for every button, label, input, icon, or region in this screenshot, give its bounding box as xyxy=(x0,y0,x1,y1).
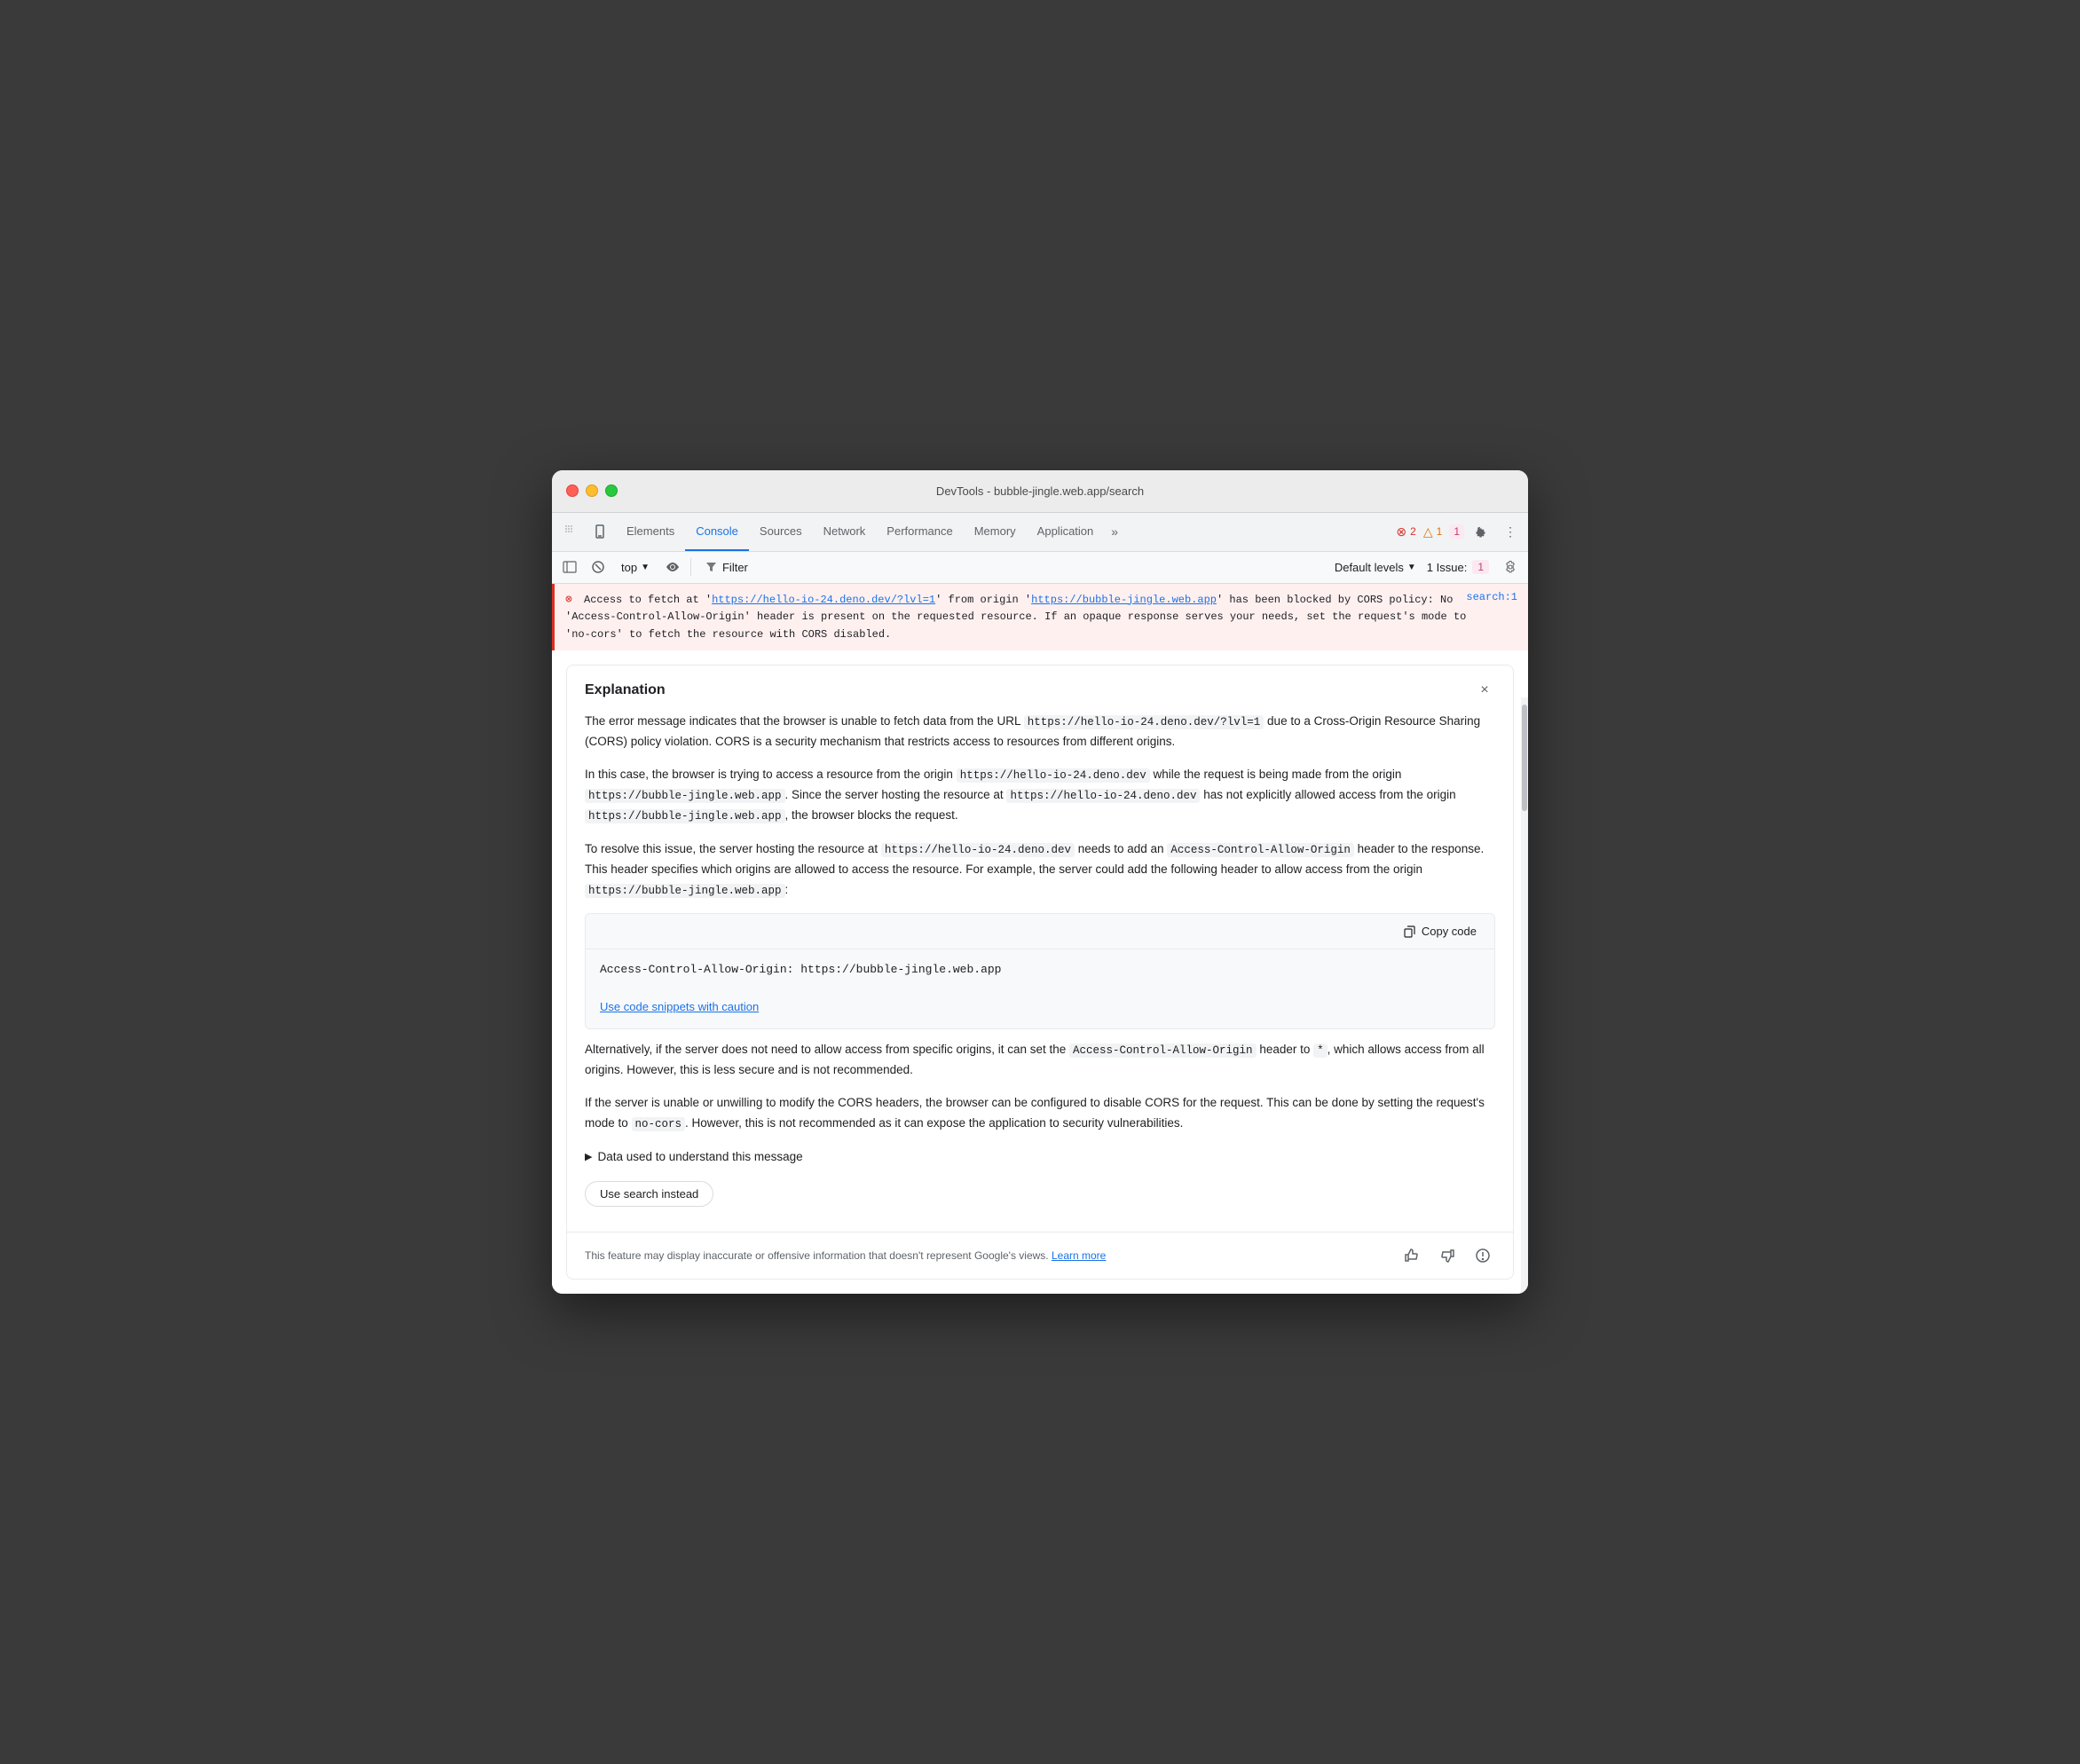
origin3-inline: https://hello-io-24.deno.dev xyxy=(1006,789,1200,803)
issues-counter[interactable]: 1 Issue: 1 xyxy=(1427,560,1489,574)
error-count: 2 xyxy=(1410,525,1416,538)
scrollbar-thumb[interactable] xyxy=(1522,705,1527,811)
traffic-lights xyxy=(566,484,618,497)
report-button[interactable] xyxy=(1470,1243,1495,1268)
issues-count-badge: 1 xyxy=(1449,524,1464,539)
tab-elements[interactable]: Elements xyxy=(616,512,685,551)
error-badge: ⊗ 2 △ 1 1 xyxy=(1396,524,1464,539)
separator xyxy=(690,558,691,576)
pointer-icon[interactable] xyxy=(559,519,584,544)
settings-icon[interactable] xyxy=(1471,521,1493,542)
error-icon: ⊗ xyxy=(1396,524,1406,539)
error-url2[interactable]: https://bubble-jingle.web.app xyxy=(1031,594,1217,606)
tab-actions: ⊗ 2 △ 1 1 ⋮ xyxy=(1396,521,1521,542)
header-name-inline: Access-Control-Allow-Origin xyxy=(1167,843,1354,857)
data-used-toggle[interactable]: ▶ Data used to understand this message xyxy=(585,1147,1495,1168)
eye-icon[interactable] xyxy=(662,556,683,578)
sidebar-toggle-icon[interactable] xyxy=(559,556,580,578)
disclaimer-bar: This feature may display inaccurate or o… xyxy=(567,1232,1513,1279)
clear-console-icon[interactable] xyxy=(587,556,609,578)
thumbs-down-button[interactable] xyxy=(1435,1243,1460,1268)
more-tabs-button[interactable]: » xyxy=(1104,524,1125,539)
close-explanation-button[interactable]: × xyxy=(1474,680,1495,701)
maximize-button[interactable] xyxy=(605,484,618,497)
context-selector[interactable]: top ▼ xyxy=(616,559,655,576)
console-settings-icon[interactable] xyxy=(1500,556,1521,578)
copy-code-button[interactable]: Copy code xyxy=(1397,921,1484,941)
code-block-header: Copy code xyxy=(586,914,1494,949)
allow-origin-inline: https://bubble-jingle.web.app xyxy=(585,884,785,898)
url-inline: https://hello-io-24.deno.dev/?lvl=1 xyxy=(1024,715,1265,729)
explanation-p2: In this case, the browser is trying to a… xyxy=(585,765,1495,827)
explanation-p4: Alternatively, if the server does not ne… xyxy=(585,1040,1495,1081)
tab-network[interactable]: Network xyxy=(813,512,877,551)
explanation-p3: To resolve this issue, the server hostin… xyxy=(585,839,1495,901)
tab-performance[interactable]: Performance xyxy=(876,512,963,551)
code-content: Access-Control-Allow-Origin: https://bub… xyxy=(586,949,1494,990)
tab-memory[interactable]: Memory xyxy=(964,512,1027,551)
window-title: DevTools - bubble-jingle.web.app/search xyxy=(936,484,1144,498)
wildcard-inline: * xyxy=(1313,1043,1328,1058)
mobile-icon[interactable] xyxy=(587,519,612,544)
origin4-inline: https://bubble-jingle.web.app xyxy=(585,809,785,823)
explanation-title: Explanation xyxy=(585,682,666,698)
error-message: ⊗ Access to fetch at 'https://hello-io-2… xyxy=(552,584,1528,650)
tab-application[interactable]: Application xyxy=(1027,512,1105,551)
tab-console[interactable]: Console xyxy=(685,512,749,551)
thumbs-down-icon xyxy=(1439,1248,1455,1264)
origin1-inline: https://hello-io-24.deno.dev xyxy=(957,768,1150,783)
explanation-p1: The error message indicates that the bro… xyxy=(585,712,1495,752)
thumbs-up-icon xyxy=(1404,1248,1420,1264)
origin2-inline: https://bubble-jingle.web.app xyxy=(585,789,785,803)
caution-link[interactable]: Use code snippets with caution xyxy=(600,997,759,1017)
tab-sources[interactable]: Sources xyxy=(749,512,813,551)
error-source[interactable]: search:1 xyxy=(1466,591,1517,603)
chevron-down-icon: ▼ xyxy=(641,563,650,572)
devtools-tab-bar: Elements Console Sources Network Perform… xyxy=(552,513,1528,552)
no-cors-inline: no-cors xyxy=(632,1117,686,1131)
explanation-body: The error message indicates that the bro… xyxy=(567,712,1513,1232)
report-icon xyxy=(1475,1248,1491,1264)
use-search-button[interactable]: Use search instead xyxy=(585,1181,713,1207)
issues-count: 1 xyxy=(1472,560,1489,574)
toolbar-right: Default levels ▼ 1 Issue: 1 xyxy=(1335,556,1521,578)
close-button[interactable] xyxy=(566,484,579,497)
expand-arrow-icon: ▶ xyxy=(585,1149,592,1166)
error-url1[interactable]: https://hello-io-24.deno.dev/?lvl=1 xyxy=(712,594,935,606)
header-wildcard-inline: Access-Control-Allow-Origin xyxy=(1069,1043,1257,1058)
minimize-button[interactable] xyxy=(586,484,598,497)
code-block: Copy code Access-Control-Allow-Origin: h… xyxy=(585,913,1495,1029)
error-circle-icon: ⊗ xyxy=(565,593,572,606)
resolve-url-inline: https://hello-io-24.deno.dev xyxy=(881,843,1075,857)
chevron-down-icon: ▼ xyxy=(1407,563,1416,572)
devtools-window: DevTools - bubble-jingle.web.app/search xyxy=(552,470,1528,1295)
error-text: ⊗ Access to fetch at 'https://hello-io-2… xyxy=(565,591,1466,643)
scrollbar-track[interactable] xyxy=(1521,697,1528,1295)
explanation-p5: If the server is unable or unwilling to … xyxy=(585,1093,1495,1134)
console-toolbar: top ▼ Filter Default levels ▼ 1 Issue: 1 xyxy=(552,552,1528,584)
explanation-card: Explanation × The error message indicate… xyxy=(566,665,1514,1280)
more-options-icon[interactable]: ⋮ xyxy=(1500,521,1521,542)
thumbs-up-button[interactable] xyxy=(1399,1243,1424,1268)
log-levels-selector[interactable]: Default levels ▼ xyxy=(1335,561,1416,574)
explanation-header: Explanation × xyxy=(567,665,1513,712)
disclaimer-text: This feature may display inaccurate or o… xyxy=(585,1248,1106,1264)
learn-more-link[interactable]: Learn more xyxy=(1052,1249,1106,1262)
title-bar: DevTools - bubble-jingle.web.app/search xyxy=(552,470,1528,513)
warning-count: 1 xyxy=(1437,525,1443,538)
feedback-icons xyxy=(1399,1243,1495,1268)
copy-icon xyxy=(1404,925,1416,938)
warning-icon: △ xyxy=(1423,524,1433,539)
filter-input[interactable]: Filter xyxy=(698,559,755,576)
console-content: ⊗ Access to fetch at 'https://hello-io-2… xyxy=(552,584,1528,1295)
